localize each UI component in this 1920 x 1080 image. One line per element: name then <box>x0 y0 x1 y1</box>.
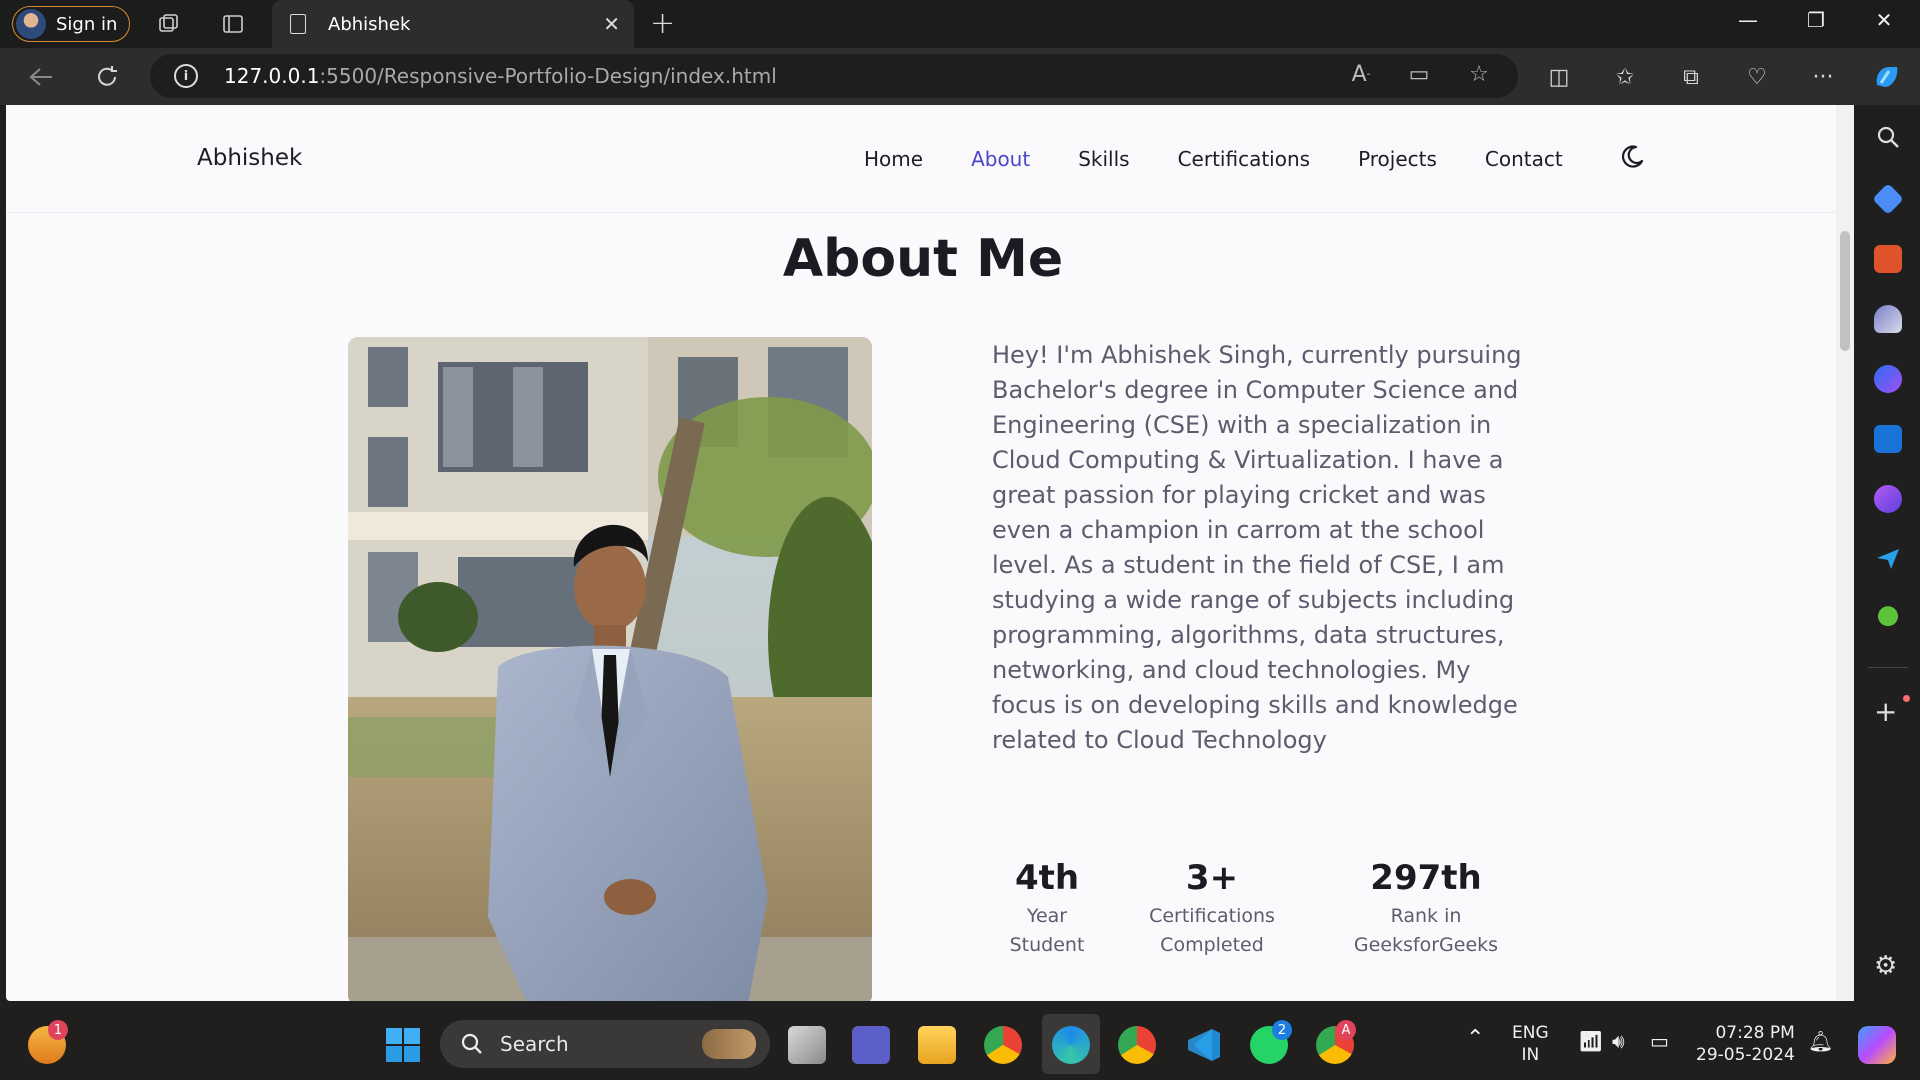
file-explorer-icon[interactable] <box>918 1026 956 1064</box>
language-indicator[interactable]: ENG IN <box>1512 1022 1549 1066</box>
favorites-icon[interactable]: ✩ <box>1608 60 1642 94</box>
taskbar-search-box[interactable]: Search <box>440 1020 770 1068</box>
whatsapp-badge: 2 <box>1272 1020 1292 1040</box>
clock[interactable]: 07:28 PM 29-05-2024 <box>1696 1022 1795 1066</box>
games-icon[interactable] <box>1874 305 1902 333</box>
close-window-icon[interactable]: ✕ <box>1864 8 1904 32</box>
stat-value: 4th <box>1014 858 1080 898</box>
scrollbar-thumb[interactable] <box>1840 231 1850 351</box>
designer-icon[interactable] <box>1874 485 1902 513</box>
sign-in-label: Sign in <box>56 13 118 35</box>
chrome-icon[interactable] <box>984 1026 1022 1064</box>
search-label: Search <box>500 1032 569 1056</box>
show-hidden-icons-chevron-icon[interactable]: ⌃ <box>1466 1028 1484 1050</box>
stat-label: Rank in <box>1390 905 1462 927</box>
nav-link-home[interactable]: Home <box>864 147 923 171</box>
edge-sidebar: + ⚙ <box>1856 105 1920 1005</box>
sign-in-button[interactable]: Sign in <box>12 6 130 42</box>
copilot-sidebar-icon[interactable] <box>1874 365 1902 393</box>
page-scrollbar[interactable] <box>1836 105 1854 1001</box>
tree-icon[interactable] <box>1874 605 1902 633</box>
tab-actions-icon[interactable] <box>218 10 248 38</box>
windows-start-icon[interactable] <box>384 1026 422 1064</box>
site-info-icon[interactable]: i <box>174 64 198 88</box>
site-navbar: Abhishek Home About Skills Certification… <box>6 105 1840 213</box>
teams-icon[interactable] <box>852 1026 890 1064</box>
browser-window: Sign in Abhishek ✕ + — ❐ ✕ i 127.0.0.1:5… <box>0 0 1920 1080</box>
refresh-icon[interactable] <box>90 60 124 94</box>
nav-link-contact[interactable]: Contact <box>1485 147 1563 171</box>
collections-icon[interactable]: ⧉ <box>1674 60 1708 94</box>
outlook-icon[interactable] <box>1874 425 1902 453</box>
profile-photo <box>348 337 872 1001</box>
workspaces-icon[interactable] <box>154 10 184 38</box>
section-title: About Me <box>782 229 1064 289</box>
tab-strip: Sign in Abhishek ✕ + — ❐ ✕ <box>0 0 1920 48</box>
avatar <box>16 9 46 39</box>
browser-toolbar: i 127.0.0.1:5500/Responsive-Portfolio-De… <box>0 48 1920 105</box>
stat-label: Year <box>1026 905 1068 927</box>
page-icon <box>290 14 306 34</box>
edge-icon[interactable] <box>1052 1026 1090 1064</box>
notification-dot <box>1903 695 1910 702</box>
site-logo[interactable]: Abhishek <box>197 145 302 171</box>
url-text[interactable]: 127.0.0.1:5500/Responsive-Portfolio-Desi… <box>224 64 777 88</box>
nav-links: Home About Skills Certifications Project… <box>864 147 1563 171</box>
sidebar-divider <box>1868 667 1908 668</box>
send-icon[interactable] <box>1874 545 1902 573</box>
stat-rank: 297th Rank in GeeksforGeeks <box>1346 858 1506 960</box>
search-icon <box>461 1033 482 1054</box>
search-highlight-otter-icon <box>702 1029 756 1059</box>
more-menu-icon[interactable]: ··· <box>1806 60 1840 94</box>
read-aloud-icon[interactable]: Aꞈ <box>1346 62 1376 87</box>
about-bio-text: Hey! I'm Abhishek Singh, currently pursu… <box>992 341 1522 754</box>
dark-mode-toggle-icon[interactable] <box>1618 143 1646 171</box>
nav-link-projects[interactable]: Projects <box>1358 147 1437 171</box>
address-bar[interactable]: i 127.0.0.1:5500/Responsive-Portfolio-De… <box>150 54 1518 98</box>
stat-label: GeeksforGeeks <box>1353 934 1499 956</box>
chrome-profile-icon[interactable] <box>1118 1026 1156 1064</box>
immersive-reader-icon[interactable]: ▭ <box>1404 62 1434 87</box>
nav-link-skills[interactable]: Skills <box>1078 147 1129 171</box>
tab-title: Abhishek <box>328 13 411 35</box>
browser-essentials-icon[interactable]: ♡ <box>1740 60 1774 94</box>
nav-link-certifications[interactable]: Certifications <box>1178 147 1310 171</box>
stat-value: 297th <box>1370 858 1482 898</box>
favorite-star-icon[interactable]: ☆ <box>1464 62 1494 87</box>
settings-gear-icon[interactable]: ⚙ <box>1874 951 1897 981</box>
tools-briefcase-icon[interactable] <box>1874 245 1902 273</box>
battery-icon[interactable]: ▭ <box>1650 1030 1669 1052</box>
stat-label: Student <box>1009 934 1085 956</box>
stat-certifications: 3+ Certifications Completed <box>1142 858 1282 960</box>
copilot-taskbar-icon[interactable] <box>1858 1026 1896 1064</box>
stat-value: 3+ <box>1185 858 1239 898</box>
notifications-icon[interactable]: 🔔︎ <box>1808 1030 1833 1052</box>
search-icon[interactable] <box>1874 123 1902 151</box>
tab-abhishek[interactable]: Abhishek ✕ <box>272 0 634 48</box>
restore-icon[interactable]: ❐ <box>1796 8 1836 32</box>
portfolio-page: Abhishek Home About Skills Certification… <box>6 105 1840 1001</box>
shopping-tag-icon[interactable] <box>1872 183 1904 215</box>
vscode-icon[interactable] <box>1184 1026 1222 1064</box>
add-app-icon[interactable]: + <box>1874 695 1897 728</box>
back-icon[interactable] <box>24 60 58 94</box>
close-tab-icon[interactable]: ✕ <box>603 12 620 36</box>
wifi-icon[interactable]: 📶︎ <box>1578 1030 1603 1052</box>
volume-icon[interactable]: 🔊︎ <box>1612 1030 1625 1052</box>
copilot-icon[interactable] <box>1870 60 1904 94</box>
stat-year: 4th Year Student <box>1004 858 1090 960</box>
widgets-badge: 1 <box>48 1020 68 1040</box>
nav-link-about[interactable]: About <box>971 147 1030 171</box>
chrome-app-badge: A <box>1336 1020 1356 1040</box>
new-tab-button[interactable]: + <box>650 6 675 41</box>
task-view-icon[interactable] <box>788 1026 826 1064</box>
split-screen-icon[interactable]: ◫ <box>1542 60 1576 94</box>
windows-taskbar: 1 Search 2 A ⌃ ENG IN 📶︎ 🔊︎ ▭ 07:28 PM 29- <box>0 1008 1920 1080</box>
minimize-icon[interactable]: — <box>1728 8 1768 32</box>
stat-label: Certifications <box>1149 905 1275 927</box>
stat-label: Completed <box>1160 934 1264 956</box>
